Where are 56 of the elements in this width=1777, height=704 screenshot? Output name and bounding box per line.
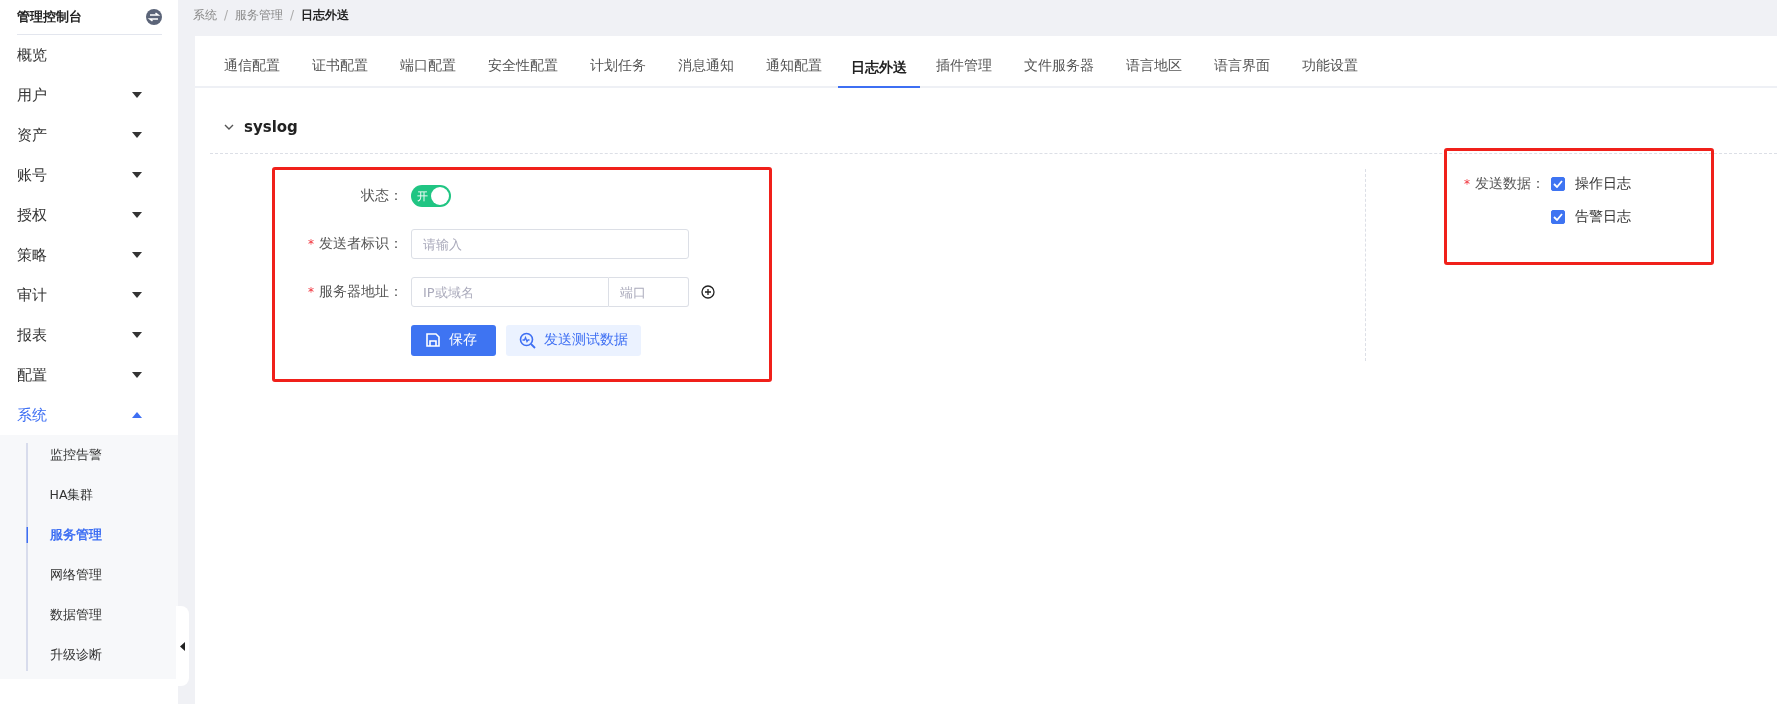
save-button[interactable]: 保存: [411, 324, 496, 356]
tab[interactable]: 日志外送: [838, 52, 920, 88]
switch-icon[interactable]: [146, 9, 162, 25]
tab[interactable]: 功能设置: [1286, 50, 1374, 86]
triangle-left-icon: [180, 641, 185, 651]
section-title: syslog: [244, 117, 298, 136]
tab[interactable]: 通知配置: [750, 50, 838, 86]
tab[interactable]: 语言界面: [1198, 50, 1286, 86]
tab[interactable]: 语言地区: [1110, 50, 1198, 86]
submenu-item[interactable]: 数据管理: [27, 595, 102, 635]
save-icon: [425, 332, 441, 348]
console-title: 管理控制台: [17, 8, 82, 26]
menu-item[interactable]: 审计: [0, 275, 178, 315]
tab[interactable]: 消息通知: [662, 50, 750, 86]
menu-item[interactable]: 配置: [0, 355, 178, 395]
tab[interactable]: 插件管理: [920, 50, 1008, 86]
breadcrumb-separator: /: [224, 8, 229, 22]
submenu-item[interactable]: 网络管理: [27, 555, 102, 595]
checkbox-label: 告警日志: [1575, 208, 1631, 226]
input-field[interactable]: 端口: [609, 277, 689, 307]
menu-item[interactable]: 用户: [0, 75, 178, 115]
submenu-item[interactable]: 升级诊断: [27, 635, 102, 675]
magnifier-pulse-icon: [519, 331, 536, 349]
submenu-item[interactable]: HA集群: [27, 475, 94, 515]
field-label: 发送者标识：: [319, 235, 403, 251]
input-field[interactable]: IP或域名: [411, 277, 609, 307]
field-label: 服务器地址：: [319, 283, 403, 299]
plus-circle-icon[interactable]: [701, 285, 715, 299]
field-label: 状态：: [361, 187, 403, 203]
menu-item[interactable]: 报表: [0, 315, 178, 355]
submenu-item[interactable]: 监控告警: [27, 435, 102, 475]
breadcrumb-separator: /: [290, 8, 295, 22]
required-mark: *: [308, 237, 314, 251]
collapse-handle[interactable]: [176, 606, 189, 686]
tab[interactable]: 文件服务器: [1008, 50, 1110, 86]
tab[interactable]: 证书配置: [296, 50, 384, 86]
checkbox[interactable]: [1551, 210, 1565, 224]
tab[interactable]: 计划任务: [574, 50, 662, 86]
tab[interactable]: 端口配置: [384, 50, 472, 86]
menu-item[interactable]: 策略: [0, 235, 178, 275]
menu-item[interactable]: 概览: [0, 35, 178, 75]
tab[interactable]: 安全性配置: [472, 50, 574, 86]
checkbox-label: 操作日志: [1575, 175, 1631, 193]
checkbox[interactable]: [1551, 177, 1565, 191]
menu-item[interactable]: 授权: [0, 195, 178, 235]
breadcrumb-current: 日志外送: [301, 6, 350, 24]
menu-item[interactable]: 账号: [0, 155, 178, 195]
send-test-button[interactable]: 发送测试数据: [506, 324, 641, 356]
required-mark: *: [1464, 177, 1470, 191]
menu-item[interactable]: 系统: [0, 395, 178, 435]
submenu-item[interactable]: 服务管理: [27, 527, 102, 543]
tab[interactable]: 通信配置: [208, 50, 296, 86]
required-mark: *: [308, 285, 314, 299]
input-field[interactable]: 请输入: [411, 229, 689, 259]
field-label: 发送数据：: [1475, 175, 1545, 191]
menu-item[interactable]: 资产: [0, 115, 178, 155]
